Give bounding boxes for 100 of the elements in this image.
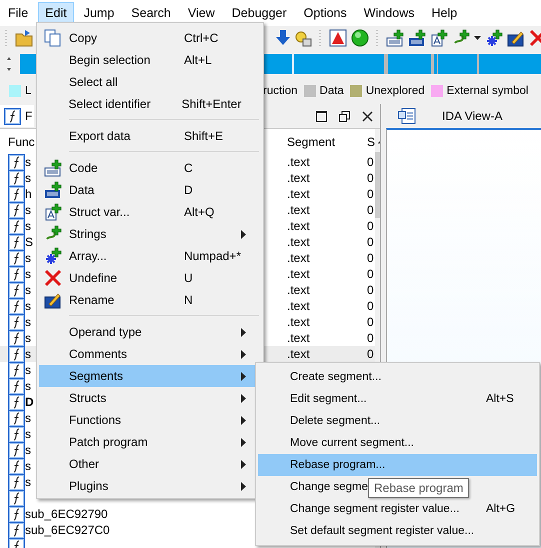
column-header[interactable]: S [367,134,375,148]
function-name: s [25,251,31,265]
function-name: h [25,187,32,201]
menu-bar-item[interactable]: Edit [38,2,74,24]
menu-item[interactable]: Patch program [69,435,148,449]
menu-item[interactable]: Move current segment... [290,437,414,449]
function-icon [8,282,25,298]
function-icon [8,442,25,458]
menu-item[interactable]: Plugins [69,479,108,493]
function-name: sub_6EC92790 [25,507,108,521]
table-cell: 0 [367,219,374,233]
menu-shortcut: Alt+G [486,503,516,515]
panel-tab[interactable]: F [0,105,34,127]
menu-item[interactable]: Set default segment register value... [290,525,474,537]
code-plus-icon [44,159,62,177]
menu-bar-item[interactable]: View [180,2,222,24]
view-tab-label: IDA View-A [442,109,502,123]
menu-bar-item[interactable]: Debugger [224,2,294,24]
menu-item[interactable]: Create segment... [290,371,382,383]
menu-item[interactable]: Begin selection [69,53,150,67]
download-arrow-icon[interactable] [276,29,290,47]
function-name: s [25,219,31,233]
function-icon [8,234,25,250]
function-icon [8,506,25,522]
function-name: s [25,459,31,473]
panel-title: F [25,109,32,123]
function-icon [8,202,25,218]
menu-shortcut: D [184,183,193,197]
menu-item[interactable]: Undefine [69,271,118,285]
function-icon [8,394,25,410]
table-cell: .text [287,251,310,265]
struct-plus-icon [44,203,62,221]
table-cell: .text [287,347,310,361]
maximize-icon[interactable] [316,110,327,122]
toolbar-grip [376,29,379,47]
function-icon [4,108,21,124]
menu-item[interactable]: Operand type [69,325,142,339]
legend-label: ruction [263,85,298,97]
menu-item[interactable]: Functions [69,413,122,427]
menu-item[interactable]: Comments [69,347,128,361]
close-icon[interactable] [362,110,373,122]
menu-shortcut: Alt+L [184,53,212,67]
menu-item[interactable]: Rebase program... [258,454,537,476]
menu-shortcut: Alt+Q [184,205,214,219]
table-cell: 0 [367,187,374,201]
menu-item[interactable]: Copy [69,31,98,45]
asterisk-plus-icon[interactable] [485,29,503,47]
table-cell: .text [287,299,310,313]
menu-item[interactable]: Select all [69,75,118,89]
menu-bar-item[interactable]: Options [296,2,354,24]
table-cell: 0 [367,235,374,249]
table-cell: 0 [367,347,374,361]
menu-bar-item[interactable]: File [1,2,36,24]
table-cell: .text [287,235,310,249]
menu-item[interactable]: Data [69,183,94,197]
function-icon [8,266,25,282]
menu-item[interactable]: Export data [69,129,130,143]
data-plus-icon[interactable] [408,29,426,47]
table-cell: 0 [367,299,374,313]
menu-bar-item[interactable]: Windows [356,2,422,24]
menu-item[interactable]: Change segment register value... [290,503,460,515]
menu-item[interactable]: Rename [69,293,114,307]
restore-icon[interactable] [339,110,350,122]
menu-bar-item[interactable]: Help [424,2,464,24]
pencil-icon[interactable] [507,29,525,47]
copy-icon [44,29,62,47]
function-name: s [25,443,31,457]
menu-item[interactable]: Code [69,161,98,175]
table-cell: 0 [367,155,374,169]
function-name: sub_6EC927C0 [25,523,110,537]
function-icon [8,170,25,186]
struct-plus-icon[interactable] [430,29,448,47]
toolbar-grip [5,29,8,47]
code-plus-icon[interactable] [386,29,404,47]
function-name: s [25,331,31,345]
table-cell: .text [287,187,310,201]
cross-icon[interactable] [529,29,541,47]
legend-label: Unexplored [366,85,425,97]
function-icon [8,458,25,474]
menu-shortcut: N [184,293,193,307]
table-cell: 0 [367,315,374,329]
menu-item[interactable]: Structs [69,391,106,405]
warning-icon[interactable] [329,29,347,47]
table-cell: 0 [367,331,374,345]
menu-item[interactable]: Strings [69,227,106,241]
menu-item[interactable]: Select identifier [68,97,151,111]
menu-item[interactable]: Delete segment... [290,415,380,427]
menu-bar-item[interactable]: Jump [76,2,122,24]
circle-icon[interactable] [351,29,369,47]
menu-item[interactable]: Change segme [290,481,368,493]
toolbar-grip [319,29,322,47]
menu-item[interactable]: Edit segment... [290,393,367,405]
menu-item[interactable]: Other [69,457,100,471]
menu-item[interactable]: Struct var... [69,205,130,219]
column-header[interactable]: Segment [277,134,367,148]
menu-bar-item[interactable]: Search [124,2,178,24]
menu-item[interactable]: Array... [68,249,107,263]
open-folder-icon[interactable] [15,29,33,47]
menu-shortcut: Alt+S [486,393,514,405]
legend-label: Data [320,85,344,97]
